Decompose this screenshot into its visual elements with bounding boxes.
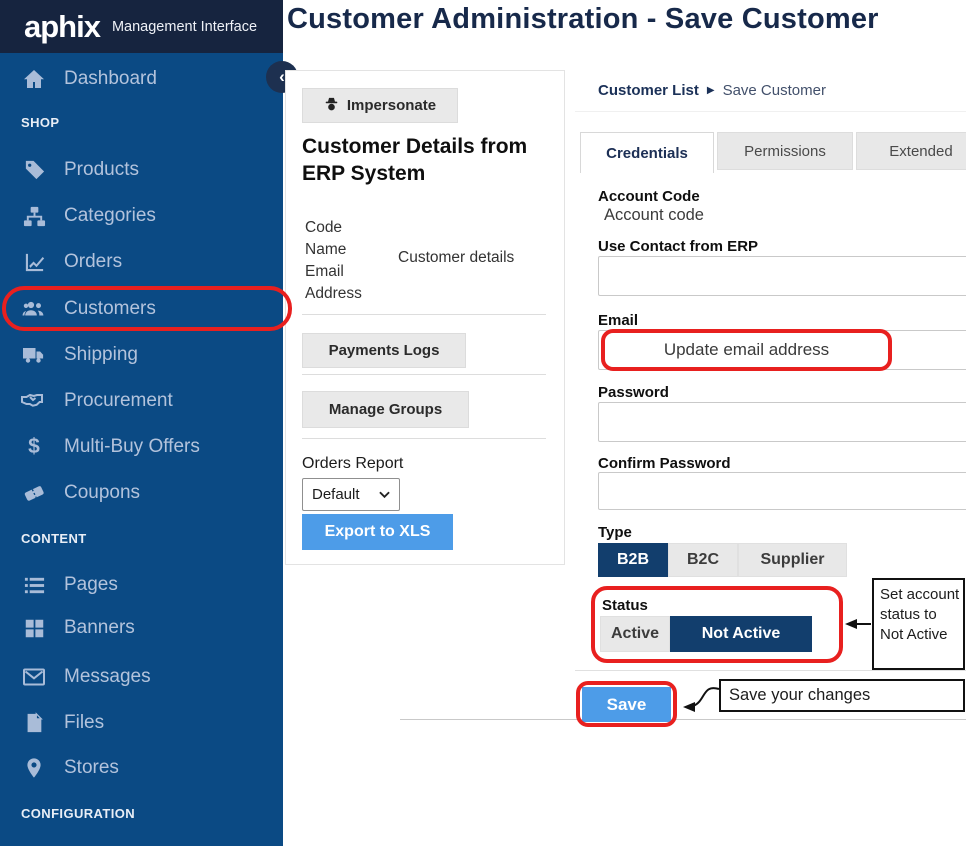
sidebar-item-label: Pages [64, 574, 118, 596]
divider [302, 438, 546, 439]
sidebar-section-configuration: CONFIGURATION [21, 806, 135, 821]
status-note-box: Set account status to Not Active [872, 578, 965, 670]
sidebar-item-label: Coupons [64, 482, 140, 504]
breadcrumb: Customer List ▶ Save Customer [575, 70, 966, 112]
dollar-icon: $ [21, 435, 47, 459]
customer-details-card: Impersonate Customer Details from ERP Sy… [285, 70, 565, 565]
chevron-down-icon [379, 486, 390, 503]
breadcrumb-separator-icon: ▶ [707, 85, 715, 96]
page-title: Customer Administration - Save Customer [287, 3, 879, 36]
use-contact-label: Use Contact from ERP [598, 238, 758, 255]
type-option-supplier[interactable]: Supplier [738, 543, 847, 577]
status-option-not-active[interactable]: Not Active [670, 616, 812, 652]
sidebar-item-label: Categories [64, 205, 156, 227]
sidebar-item-stores[interactable]: Stores [0, 747, 283, 789]
type-label: Type [598, 524, 632, 541]
divider [302, 374, 546, 375]
tab-extended[interactable]: Extended [856, 132, 966, 170]
topbar: aphix Management Interface [0, 0, 283, 53]
truck-icon [21, 343, 47, 367]
use-contact-input[interactable] [598, 256, 966, 296]
type-option-b2c[interactable]: B2C [668, 543, 738, 577]
sidebar-item-label: Products [64, 159, 139, 181]
sidebar-item-label: Dashboard [64, 68, 157, 90]
sidebar-item-banners[interactable]: Banners [0, 607, 283, 649]
brand-subtitle: Management Interface [112, 19, 257, 35]
sidebar-item-files[interactable]: Files [0, 702, 283, 744]
sidebar-item-label: Files [64, 712, 104, 734]
sidebar-item-label: Banners [64, 617, 135, 639]
sidebar-item-procurement[interactable]: Procurement [0, 380, 283, 422]
sidebar-item-label: Messages [64, 666, 151, 688]
sidebar-item-customers[interactable]: Customers [0, 288, 283, 330]
app-window: aphix Management Interface Dashboard SHO… [0, 0, 966, 846]
erp-field-labels: Code Name Email Address [305, 217, 362, 305]
sidebar-section-content: CONTENT [21, 531, 87, 546]
type-option-b2b[interactable]: B2B [598, 543, 668, 577]
password-input[interactable] [598, 402, 966, 442]
sidebar-item-label: Orders [64, 251, 122, 273]
map-marker-icon [21, 756, 47, 780]
tab-permissions[interactable]: Permissions [717, 132, 853, 170]
sidebar-item-products[interactable]: Products [0, 149, 283, 191]
sidebar-item-categories[interactable]: Categories [0, 195, 283, 237]
sidebar-section-shop: SHOP [21, 115, 59, 130]
sitemap-icon [21, 204, 47, 228]
ticket-icon [21, 481, 47, 505]
orders-report-selected-value: Default [312, 486, 360, 503]
erp-details-value: Customer details [398, 249, 514, 267]
sidebar-item-multibuy[interactable]: $ Multi-Buy Offers [0, 426, 283, 468]
home-icon [21, 67, 47, 91]
spy-icon [324, 96, 339, 115]
aphix-logo: aphix [24, 11, 100, 42]
grid-icon [21, 616, 47, 640]
sidebar-item-shipping[interactable]: Shipping [0, 334, 283, 376]
password-label: Password [598, 384, 669, 401]
email-label: Email [598, 312, 638, 329]
file-icon [21, 711, 47, 735]
erp-details-heading: Customer Details from ERP System [302, 133, 537, 187]
status-option-active[interactable]: Active [600, 616, 670, 652]
tab-credentials[interactable]: Credentials [580, 132, 714, 173]
save-note-box: Save your changes [719, 679, 965, 712]
impersonate-label: Impersonate [347, 97, 436, 114]
account-code-value[interactable] [598, 204, 748, 227]
sidebar-item-orders[interactable]: Orders [0, 241, 283, 283]
impersonate-button[interactable]: Impersonate [302, 88, 458, 123]
sidebar-item-label: Customers [64, 298, 156, 320]
status-label: Status [602, 597, 648, 614]
divider [400, 719, 966, 720]
sidebar-item-messages[interactable]: Messages [0, 656, 283, 698]
sidebar-item-label: Multi-Buy Offers [64, 436, 200, 458]
breadcrumb-customer-list[interactable]: Customer List [598, 82, 699, 99]
divider [302, 314, 546, 315]
email-input[interactable] [598, 330, 966, 370]
sidebar: aphix Management Interface Dashboard SHO… [0, 0, 283, 846]
tag-icon [21, 158, 47, 182]
confirm-password-label: Confirm Password [598, 455, 731, 472]
list-icon [21, 573, 47, 597]
sidebar-item-dashboard[interactable]: Dashboard [0, 58, 283, 100]
sidebar-item-pages[interactable]: Pages [0, 564, 283, 606]
divider [575, 670, 966, 671]
handshake-icon [21, 389, 47, 413]
payments-logs-button[interactable]: Payments Logs [302, 333, 466, 368]
account-code-label: Account Code [598, 188, 700, 205]
orders-report-label: Orders Report [302, 455, 403, 473]
sidebar-item-label: Stores [64, 757, 119, 779]
chevron-left-icon: ‹ [279, 67, 285, 87]
manage-groups-button[interactable]: Manage Groups [302, 391, 469, 428]
save-button[interactable]: Save [582, 687, 671, 722]
confirm-password-input[interactable] [598, 472, 966, 510]
chart-line-icon [21, 250, 47, 274]
export-to-xls-button[interactable]: Export to XLS [302, 514, 453, 550]
envelope-icon [21, 665, 47, 689]
sidebar-item-label: Shipping [64, 344, 138, 366]
breadcrumb-save-customer: Save Customer [723, 82, 826, 99]
users-icon [21, 297, 47, 321]
sidebar-item-label: Procurement [64, 390, 173, 412]
sidebar-item-coupons[interactable]: Coupons [0, 472, 283, 514]
orders-report-select[interactable]: Default [302, 478, 400, 511]
